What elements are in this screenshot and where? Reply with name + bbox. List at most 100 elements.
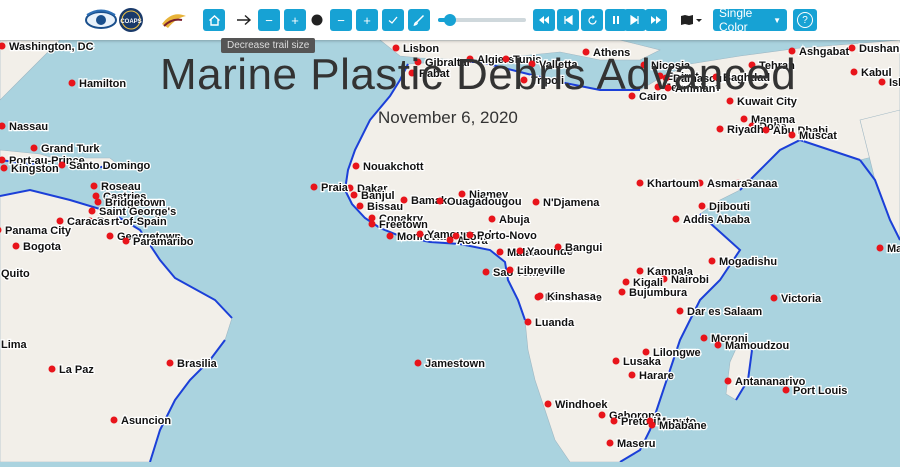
city-marker[interactable]: Porto-Novo <box>467 230 538 242</box>
city-dot[interactable] <box>599 412 606 419</box>
city-dot[interactable] <box>107 233 114 240</box>
city-marker[interactable]: Mamoudzou <box>715 340 790 352</box>
city-dot[interactable] <box>417 231 424 238</box>
city-dot[interactable] <box>537 293 544 300</box>
city-dot[interactable] <box>649 422 656 429</box>
city-dot[interactable] <box>353 163 360 170</box>
city-dot[interactable] <box>611 418 618 425</box>
city-dot[interactable] <box>741 116 748 123</box>
step-forward-button[interactable] <box>624 9 646 31</box>
city-marker[interactable]: Nouakchott <box>353 161 424 173</box>
city-dot[interactable] <box>1 165 8 172</box>
city-dot[interactable] <box>497 249 504 256</box>
city-marker[interactable]: Mogadishu <box>709 256 778 268</box>
city-marker[interactable]: Addis Ababa <box>673 214 751 226</box>
city-dot[interactable] <box>387 233 394 240</box>
city-dot[interactable] <box>369 221 376 228</box>
city-dot[interactable] <box>673 216 680 223</box>
step-back-button[interactable] <box>557 9 579 31</box>
city-dot[interactable] <box>357 203 364 210</box>
check-button[interactable] <box>382 9 404 31</box>
city-dot[interactable] <box>555 244 562 251</box>
city-marker[interactable]: Panama City <box>0 225 72 237</box>
city-dot[interactable] <box>517 248 524 255</box>
decrease-trail-button[interactable]: − <box>258 9 280 31</box>
city-dot[interactable] <box>533 199 540 206</box>
city-dot[interactable] <box>59 162 66 169</box>
city-dot[interactable] <box>351 192 358 199</box>
increase-trail-button[interactable]: + <box>284 9 306 31</box>
city-dot[interactable] <box>89 208 96 215</box>
city-dot[interactable] <box>637 268 644 275</box>
city-dot[interactable] <box>623 279 630 286</box>
skip-forward-button[interactable] <box>645 9 667 31</box>
city-dot[interactable] <box>771 295 778 302</box>
city-dot[interactable] <box>57 218 64 225</box>
city-marker[interactable]: Lima <box>0 339 28 351</box>
city-marker[interactable]: Washington, DC <box>0 41 94 53</box>
city-dot[interactable] <box>467 232 474 239</box>
city-dot[interactable] <box>701 335 708 342</box>
city-dot[interactable] <box>715 342 722 349</box>
brush-button[interactable] <box>408 9 430 31</box>
slider-knob[interactable] <box>444 14 456 26</box>
city-dot[interactable] <box>437 198 444 205</box>
color-mode-dropdown[interactable]: Single Color ▼ <box>713 9 787 31</box>
city-dot[interactable] <box>619 289 626 296</box>
city-dot[interactable] <box>643 349 650 356</box>
city-marker[interactable]: Grand Turk <box>31 143 101 155</box>
city-marker[interactable]: Port Louis <box>783 385 848 397</box>
city-dot[interactable] <box>401 197 408 204</box>
city-dot[interactable] <box>489 216 496 223</box>
increase-size-button[interactable]: + <box>356 9 378 31</box>
speed-slider[interactable] <box>438 18 526 22</box>
city-marker[interactable]: N'Djamena <box>533 197 601 209</box>
city-marker[interactable]: Paramaribo <box>123 236 194 248</box>
map-layer-dropdown[interactable] <box>678 9 704 31</box>
city-dot[interactable] <box>49 366 56 373</box>
city-dot[interactable] <box>783 387 790 394</box>
city-dot[interactable] <box>717 126 724 133</box>
city-marker[interactable]: Windhoek <box>545 399 609 411</box>
city-dot[interactable] <box>607 440 614 447</box>
city-dot[interactable] <box>415 360 422 367</box>
city-dot[interactable] <box>91 183 98 190</box>
city-marker[interactable]: Ouagadougou <box>437 196 522 208</box>
decrease-size-button[interactable]: − <box>330 9 352 31</box>
city-dot[interactable] <box>447 237 454 244</box>
city-dot[interactable] <box>69 80 76 87</box>
city-dot[interactable] <box>709 258 716 265</box>
city-dot[interactable] <box>369 215 376 222</box>
city-dot[interactable] <box>31 145 38 152</box>
city-dot[interactable] <box>507 267 514 274</box>
city-dot[interactable] <box>483 269 490 276</box>
city-dot[interactable] <box>725 378 732 385</box>
city-dot[interactable] <box>545 401 552 408</box>
city-marker[interactable]: Bujumbura <box>619 287 688 299</box>
city-dot[interactable] <box>123 238 130 245</box>
city-marker[interactable]: Santo Domingo <box>59 160 151 172</box>
city-dot[interactable] <box>789 132 796 139</box>
city-dot[interactable] <box>699 203 706 210</box>
city-dot[interactable] <box>879 79 886 86</box>
city-dot[interactable] <box>763 127 770 134</box>
city-dot[interactable] <box>637 180 644 187</box>
city-dot[interactable] <box>13 243 20 250</box>
city-marker[interactable]: Jamestown <box>415 358 486 370</box>
city-dot[interactable] <box>629 372 636 379</box>
city-marker[interactable]: Dar es Salaam <box>677 306 763 318</box>
city-dot[interactable] <box>93 193 100 200</box>
city-dot[interactable] <box>677 308 684 315</box>
city-dot[interactable] <box>95 199 102 206</box>
skip-back-button[interactable] <box>533 9 555 31</box>
city-dot[interactable] <box>877 245 884 252</box>
city-dot[interactable] <box>851 69 858 76</box>
city-marker[interactable]: Quito <box>0 268 30 280</box>
reset-button[interactable] <box>581 9 603 31</box>
city-dot[interactable] <box>525 319 532 326</box>
city-dot[interactable] <box>111 417 118 424</box>
city-dot[interactable] <box>613 358 620 365</box>
city-dot[interactable] <box>167 360 174 367</box>
city-dot[interactable] <box>453 233 460 240</box>
help-button[interactable]: ? <box>793 9 817 31</box>
